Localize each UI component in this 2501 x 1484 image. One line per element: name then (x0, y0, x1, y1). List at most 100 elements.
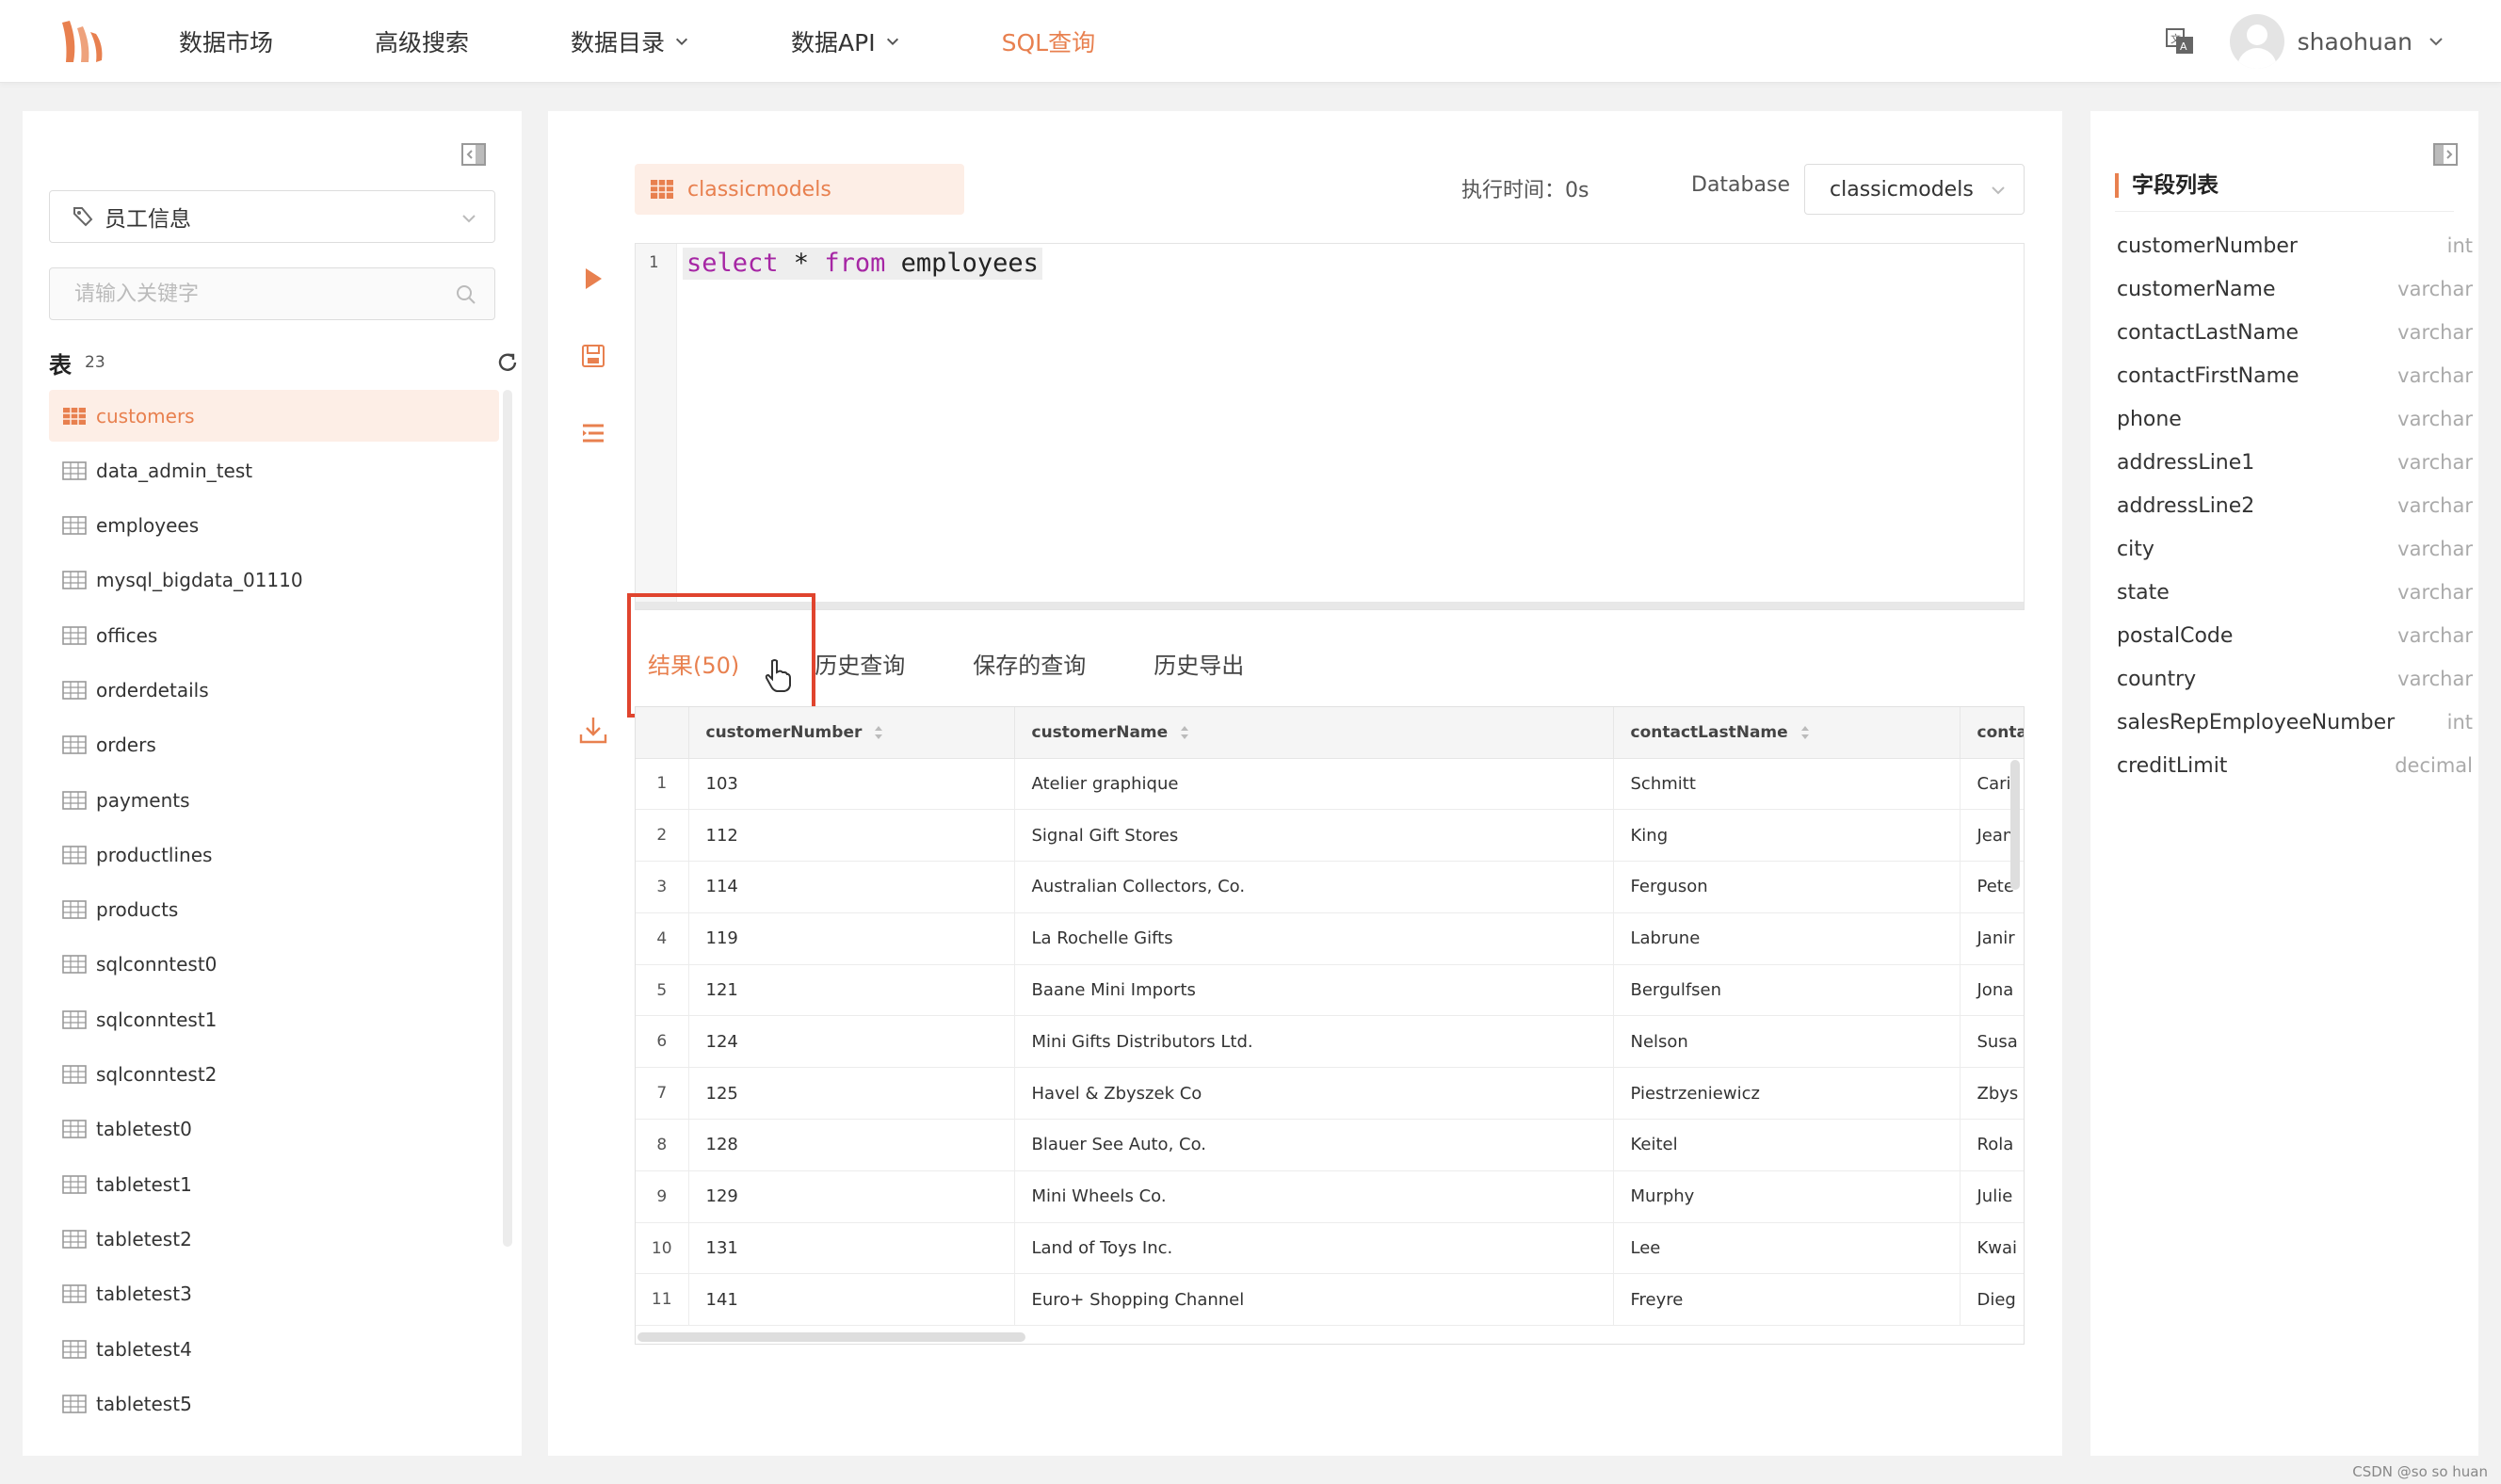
avatar[interactable] (2229, 14, 2284, 69)
format-button[interactable] (576, 416, 610, 450)
table-list-item[interactable]: orderdetails (49, 664, 499, 716)
sort-icon[interactable] (1799, 724, 1811, 741)
field-item[interactable]: customerName varchar (2117, 267, 2473, 311)
table-list-item[interactable]: orders (49, 719, 499, 771)
sort-icon[interactable] (1179, 724, 1190, 741)
table-list-item[interactable]: productlines (49, 829, 499, 880)
table-list-scrollbar[interactable] (503, 390, 512, 1247)
table-list-item[interactable]: sqlconntest2 (49, 1049, 499, 1101)
table-search-input[interactable] (74, 282, 451, 306)
field-name: postalCode (2117, 623, 2234, 648)
nav-item-1[interactable]: 高级搜索 (375, 24, 469, 58)
field-type: varchar (2397, 494, 2473, 517)
result-tab-2[interactable]: 保存的查询 (973, 647, 1086, 680)
row-number: 3 (636, 861, 689, 913)
table-cell: Land of Toys Inc. (1014, 1222, 1614, 1275)
query-tab[interactable]: classicmodels (635, 164, 964, 215)
run-button[interactable] (576, 262, 610, 296)
column-header[interactable]: contactLastName (1613, 707, 1960, 759)
column-header[interactable]: conta (1960, 707, 2024, 759)
collapse-panel-icon[interactable] (2433, 143, 2458, 166)
table-list-item[interactable]: tabletest1 (49, 1158, 499, 1210)
table-row[interactable]: 11 141 Euro+ Shopping Channel Freyre Dieg (636, 1273, 2024, 1327)
nav-item-4[interactable]: SQL查询 (1002, 24, 1095, 58)
sql-token: employees (885, 249, 1039, 278)
result-tab-1[interactable]: 历史查询 (815, 647, 905, 680)
field-item[interactable]: state varchar (2117, 571, 2473, 614)
collapse-panel-icon[interactable] (461, 143, 486, 166)
table-row[interactable]: 5 121 Baane Mini Imports Bergulfsen Jona (636, 964, 2024, 1017)
field-item[interactable]: customerNumber int (2117, 224, 2473, 267)
table-list-item[interactable]: data_admin_test (49, 444, 499, 496)
table-cell: 121 (688, 964, 1015, 1017)
column-header[interactable]: customerNumber (688, 707, 1015, 759)
editor-resize-bar[interactable] (636, 602, 2024, 609)
result-grid: customerNumber customerName contactLastNam… (635, 706, 2025, 1345)
table-row[interactable]: 4 119 La Rochelle Gifts Labrune Janir (636, 912, 2024, 965)
table-list-item[interactable]: payments (49, 774, 499, 826)
nav-item-3[interactable]: 数据API (791, 24, 900, 58)
sql-editor[interactable]: 1 select * from employees (635, 243, 2025, 610)
save-button[interactable] (576, 339, 610, 373)
row-number: 10 (636, 1222, 689, 1275)
table-name: productlines (96, 843, 213, 866)
table-list-item[interactable]: customers (49, 390, 499, 442)
field-item[interactable]: salesRepEmployeeNumber int (2117, 701, 2473, 744)
grid-vertical-scrollbar[interactable] (2010, 760, 2020, 890)
field-item[interactable]: postalCode varchar (2117, 614, 2473, 657)
table-row[interactable]: 6 124 Mini Gifts Distributors Ltd. Nelson Su… (636, 1015, 2024, 1069)
nav-item-0[interactable]: 数据市场 (179, 24, 273, 58)
field-name: customerName (2117, 277, 2276, 301)
chevron-down-icon[interactable] (2428, 33, 2445, 50)
field-item[interactable]: phone varchar (2117, 397, 2473, 441)
table-list-item[interactable]: mysql_bigdata_01110 (49, 555, 499, 606)
database-dropdown[interactable]: classicmodels (1804, 164, 2025, 215)
table-list-item[interactable]: products (49, 884, 499, 936)
row-number: 11 (636, 1273, 689, 1327)
table-list-item[interactable]: sqlconntest0 (49, 939, 499, 991)
table-row[interactable]: 1 103 Atelier graphique Schmitt Carii (636, 758, 2024, 811)
table-name: tabletest4 (96, 1337, 192, 1361)
table-list-item[interactable]: employees (49, 500, 499, 552)
field-item[interactable]: city varchar (2117, 527, 2473, 571)
table-list-item[interactable]: tabletest5 (49, 1378, 499, 1429)
sort-icon[interactable] (873, 724, 884, 741)
field-item[interactable]: addressLine1 varchar (2117, 441, 2473, 484)
table-list-item[interactable]: tabletest2 (49, 1213, 499, 1265)
app-logo[interactable] (53, 13, 109, 70)
result-tab-3[interactable]: 历史导出 (1154, 647, 1244, 680)
column-header[interactable]: customerName (1014, 707, 1614, 759)
nav-item-2[interactable]: 数据目录 (571, 24, 689, 58)
table-list-item[interactable]: sqlconntest1 (49, 993, 499, 1045)
nav-item-label: 高级搜索 (375, 29, 470, 56)
database-select[interactable]: 员工信息 (49, 190, 495, 243)
tables-header: 表 23 (49, 347, 520, 379)
sql-code-line[interactable]: select * from employees (683, 248, 1042, 280)
translate-icon[interactable]: 文 A (2164, 25, 2196, 57)
field-item[interactable]: addressLine2 varchar (2117, 484, 2473, 527)
field-item[interactable]: contactLastName varchar (2117, 311, 2473, 354)
download-icon[interactable] (576, 714, 610, 748)
username[interactable]: shaohuan (2298, 28, 2412, 56)
table-list-item[interactable]: offices (49, 609, 499, 661)
table-list-item[interactable]: tabletest0 (49, 1104, 499, 1155)
refresh-icon[interactable] (495, 350, 520, 375)
table-list-item[interactable]: tabletest3 (49, 1268, 499, 1320)
field-item[interactable]: contactFirstName varchar (2117, 354, 2473, 397)
field-item[interactable]: country varchar (2117, 657, 2473, 701)
table-row[interactable]: 7 125 Havel & Zbyszek Co Piestrzeniewicz Zby… (636, 1067, 2024, 1121)
table-row[interactable]: 2 112 Signal Gift Stores King Jean (636, 809, 2024, 863)
table-row[interactable]: 9 129 Mini Wheels Co. Murphy Julie (636, 1170, 2024, 1223)
field-item[interactable]: creditLimit decimal (2117, 744, 2473, 787)
grid-horizontal-scrollbar[interactable] (637, 1332, 1025, 1342)
table-icon (62, 625, 87, 645)
table-name: tabletest1 (96, 1172, 192, 1196)
search-icon[interactable] (455, 283, 477, 306)
table-cell: 112 (688, 809, 1015, 863)
table-row[interactable]: 10 131 Land of Toys Inc. Lee Kwai (636, 1222, 2024, 1275)
table-row[interactable]: 3 114 Australian Collectors, Co. Ferguson Pe… (636, 861, 2024, 913)
field-type: varchar (2397, 581, 2473, 604)
field-name: addressLine2 (2117, 493, 2255, 518)
table-row[interactable]: 8 128 Blauer See Auto, Co. Keitel Rola (636, 1119, 2024, 1171)
table-list-item[interactable]: tabletest4 (49, 1323, 499, 1375)
